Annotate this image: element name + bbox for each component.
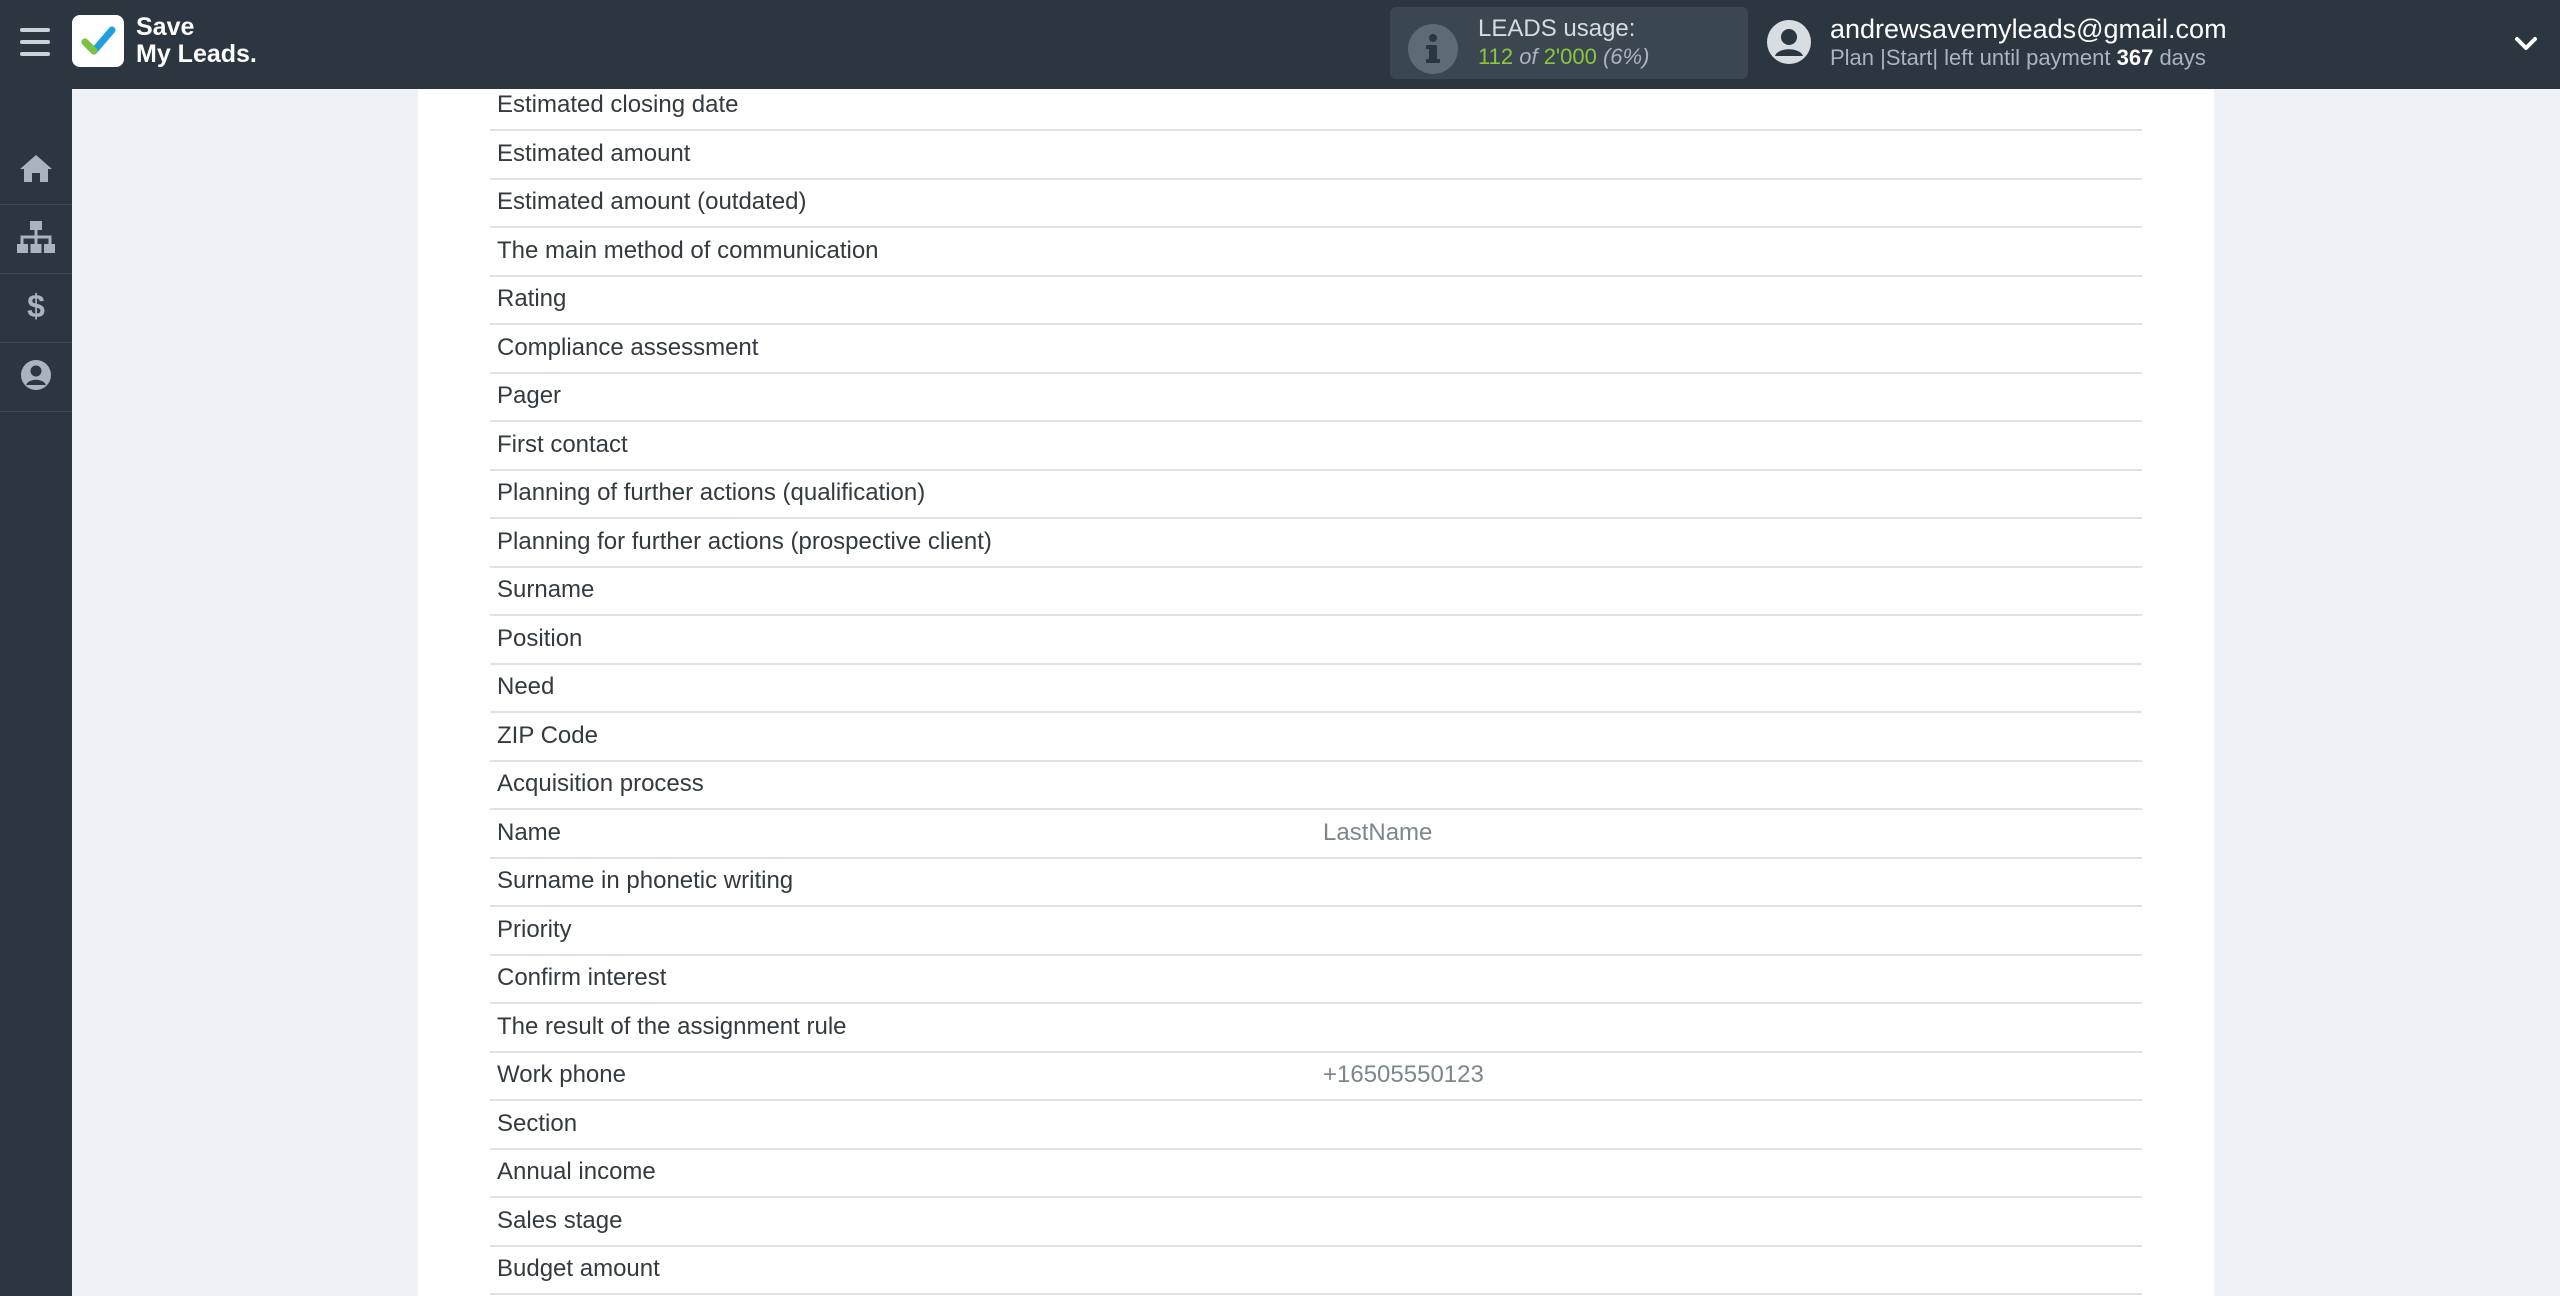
field-row[interactable]: Planning for further actions (prospectiv…: [490, 518, 2142, 568]
field-label: Annual income: [497, 1158, 656, 1185]
sidebar: $: [0, 89, 72, 1296]
field-row[interactable]: Pager: [490, 372, 2142, 422]
field-row[interactable]: Estimated amount: [490, 130, 2142, 180]
field-row[interactable]: First contact: [490, 421, 2142, 471]
field-row[interactable]: Budget amount: [490, 1245, 2142, 1295]
field-row[interactable]: Sales stage: [490, 1197, 2142, 1247]
field-row[interactable]: Surname: [490, 566, 2142, 616]
field-label: Estimated amount (outdated): [497, 188, 807, 215]
field-label: Planning for further actions (prospectiv…: [497, 527, 992, 555]
user-circle-icon: [20, 359, 52, 396]
field-value[interactable]: LastName: [1323, 809, 1432, 857]
user-avatar-icon[interactable]: [1766, 19, 1812, 65]
field-value[interactable]: +16505550123: [1323, 1051, 1484, 1099]
field-label: Priority: [497, 915, 572, 943]
sidebar-item-billing[interactable]: $: [0, 274, 72, 343]
field-label: Sales stage: [497, 1206, 623, 1234]
field-label: Rating: [497, 285, 567, 312]
logo-line2: My Leads.: [136, 40, 257, 68]
field-label: Compliance assessment: [497, 333, 759, 361]
info-icon: [1408, 24, 1458, 74]
field-row[interactable]: Estimated closing date: [490, 81, 2142, 131]
field-row[interactable]: ZIP Code: [490, 712, 2142, 762]
sitemap-icon: [16, 220, 56, 259]
field-row[interactable]: Position: [490, 615, 2142, 665]
logo-icon[interactable]: [72, 15, 124, 67]
top-bar: Save My Leads. LEADS usage: 112 of 2'000…: [0, 0, 2560, 89]
field-label: Budget amount: [497, 1255, 660, 1282]
sidebar-item-home[interactable]: [0, 136, 72, 205]
chevron-down-icon[interactable]: [2512, 30, 2540, 58]
field-label: Pager: [497, 382, 562, 409]
field-row[interactable]: Priority: [490, 906, 2142, 956]
user-plan: Plan |Start| left until payment 367 days: [1830, 45, 2206, 71]
leads-total: 2'000: [1543, 44, 1597, 69]
logo-line1: Save: [136, 13, 195, 41]
field-label: ZIP Code: [497, 721, 598, 749]
field-label: First contact: [497, 430, 628, 458]
leads-usage-panel: LEADS usage: 112 of 2'000 (6%): [1390, 7, 1748, 79]
field-row[interactable]: Need: [490, 663, 2142, 713]
field-label: Estimated closing date: [497, 91, 739, 118]
field-label: Name: [497, 818, 562, 846]
field-row[interactable]: Name LastName: [490, 809, 2142, 859]
plan-days: 367: [2116, 45, 2154, 70]
sidebar-item-account[interactable]: [0, 343, 72, 412]
field-label: Need: [497, 673, 555, 700]
field-row[interactable]: Acquisition process: [490, 760, 2142, 810]
user-email[interactable]: andrewsavemyleads@gmail.com: [1830, 14, 2227, 45]
leads-usage-count: 112 of 2'000 (6%): [1478, 44, 1649, 70]
home-icon: [18, 152, 54, 189]
field-row[interactable]: Planning of further actions (qualificati…: [490, 469, 2142, 519]
field-label: Planning of further actions (qualificati…: [497, 479, 926, 506]
dollar-icon: $: [24, 288, 48, 328]
plan-text: Plan |Start| left until payment: [1830, 45, 2111, 70]
field-label: Confirm interest: [497, 964, 667, 991]
plan-days-suffix: days: [2159, 45, 2206, 70]
field-row[interactable]: The main method of communication: [490, 227, 2142, 277]
leads-usage-label: LEADS usage:: [1478, 15, 1636, 42]
field-row[interactable]: Surname in phonetic writing: [490, 857, 2142, 907]
field-row[interactable]: Confirm interest: [490, 954, 2142, 1004]
field-label: Acquisition process: [497, 770, 704, 797]
leads-used: 112: [1478, 44, 1514, 69]
field-label: Section: [497, 1109, 578, 1137]
field-label: Work phone: [497, 1061, 626, 1088]
field-row[interactable]: Compliance assessment: [490, 324, 2142, 374]
field-label: Position: [497, 624, 583, 652]
leads-of: of: [1519, 44, 1538, 69]
field-row[interactable]: Annual income: [490, 1148, 2142, 1198]
field-row[interactable]: Work phone +16505550123: [490, 1051, 2142, 1101]
field-label: Estimated amount: [497, 139, 691, 167]
hamburger-menu-icon[interactable]: [20, 28, 52, 58]
field-row[interactable]: Estimated amount (outdated): [490, 178, 2142, 228]
field-row[interactable]: Section: [490, 1100, 2142, 1150]
logo-text[interactable]: Save My Leads.: [136, 14, 257, 68]
field-row[interactable]: Rating: [490, 275, 2142, 325]
field-row[interactable]: The result of the assignment rule: [490, 1003, 2142, 1053]
leads-percent: (6%): [1602, 44, 1650, 69]
svg-text:$: $: [27, 289, 45, 323]
sidebar-item-connections[interactable]: [0, 205, 72, 274]
field-label: Surname: [497, 576, 595, 603]
field-label: Surname in phonetic writing: [497, 867, 794, 894]
field-label: The main method of communication: [497, 236, 879, 264]
field-label: The result of the assignment rule: [497, 1012, 847, 1040]
